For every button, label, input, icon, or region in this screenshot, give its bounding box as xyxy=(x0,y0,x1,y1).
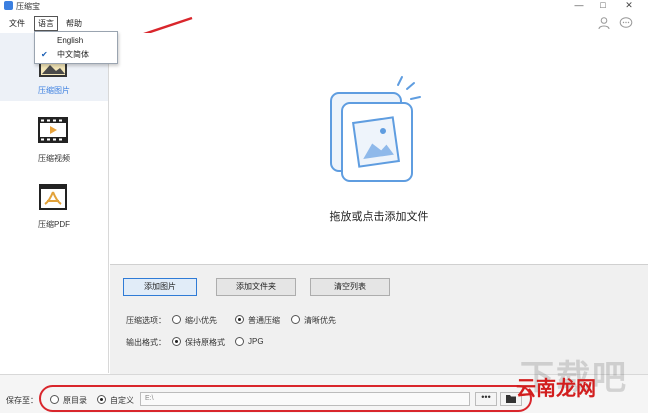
clear-list-button[interactable]: 清空列表 xyxy=(310,278,390,296)
sidebar-item-compress-video[interactable]: 压缩视频 xyxy=(0,111,108,179)
add-folder-button[interactable]: 添加文件夹 xyxy=(216,278,296,296)
pdf-icon xyxy=(39,184,67,210)
compress-options-label: 压缩选项： xyxy=(126,316,166,325)
sidebar-item-label: 压缩图片 xyxy=(38,86,70,95)
output-format-label: 输出格式： xyxy=(126,338,166,347)
minimize-button[interactable]: — xyxy=(568,0,590,12)
sidebar: 压缩图片 压缩视频 压缩PDF xyxy=(0,33,109,373)
sidebar-item-compress-pdf[interactable]: 压缩PDF xyxy=(0,179,108,247)
radio-label: JPG xyxy=(248,337,264,346)
file-drop-zone[interactable]: 拖放或点击添加文件 xyxy=(110,33,648,263)
language-option-label: 中文简体 xyxy=(57,50,89,59)
menu-bar: 文件 语言 帮助 xyxy=(0,14,648,32)
annotation-ellipse xyxy=(39,385,532,412)
radio-label: 保持原格式 xyxy=(185,338,225,347)
chat-icon[interactable] xyxy=(619,16,633,30)
radio-label: 普通压缩 xyxy=(248,316,280,325)
sidebar-item-label: 压缩视频 xyxy=(38,154,70,163)
checkmark-icon: ✔ xyxy=(41,50,48,59)
add-images-button[interactable]: 添加图片 xyxy=(123,278,197,296)
language-option-chinese[interactable]: ✔ 中文简体 xyxy=(35,48,117,62)
drop-hint-text: 拖放或点击添加文件 xyxy=(329,211,429,223)
radio-clarity-priority[interactable] xyxy=(291,315,300,324)
app-logo-icon xyxy=(4,1,13,10)
sidebar-item-label: 压缩PDF xyxy=(38,220,70,229)
menu-file[interactable]: 文件 xyxy=(6,16,28,31)
radio-label: 清晰优先 xyxy=(304,316,336,325)
user-icon[interactable] xyxy=(597,16,611,30)
language-option-label: English xyxy=(57,36,84,45)
close-button[interactable]: ✕ xyxy=(618,0,640,12)
film-icon xyxy=(38,117,68,143)
window-title: 压缩宝 xyxy=(16,2,40,11)
save-to-label: 保存至： xyxy=(6,396,38,405)
radio-normal-compress[interactable] xyxy=(235,315,244,324)
language-dropdown: English ✔ 中文简体 xyxy=(34,31,118,64)
radio-jpg[interactable] xyxy=(235,337,244,346)
maximize-button[interactable]: □ xyxy=(592,0,614,12)
watermark-site: 云南龙网 xyxy=(516,378,596,400)
radio-label: 缩小优先 xyxy=(185,316,217,325)
radio-size-priority[interactable] xyxy=(172,315,181,324)
menu-help[interactable]: 帮助 xyxy=(63,16,85,31)
add-image-illustration-icon xyxy=(330,76,421,182)
title-bar: 压缩宝 — □ ✕ xyxy=(0,0,648,12)
menu-language[interactable]: 语言 xyxy=(34,16,58,31)
language-option-english[interactable]: English xyxy=(35,34,117,48)
radio-keep-format[interactable] xyxy=(172,337,181,346)
